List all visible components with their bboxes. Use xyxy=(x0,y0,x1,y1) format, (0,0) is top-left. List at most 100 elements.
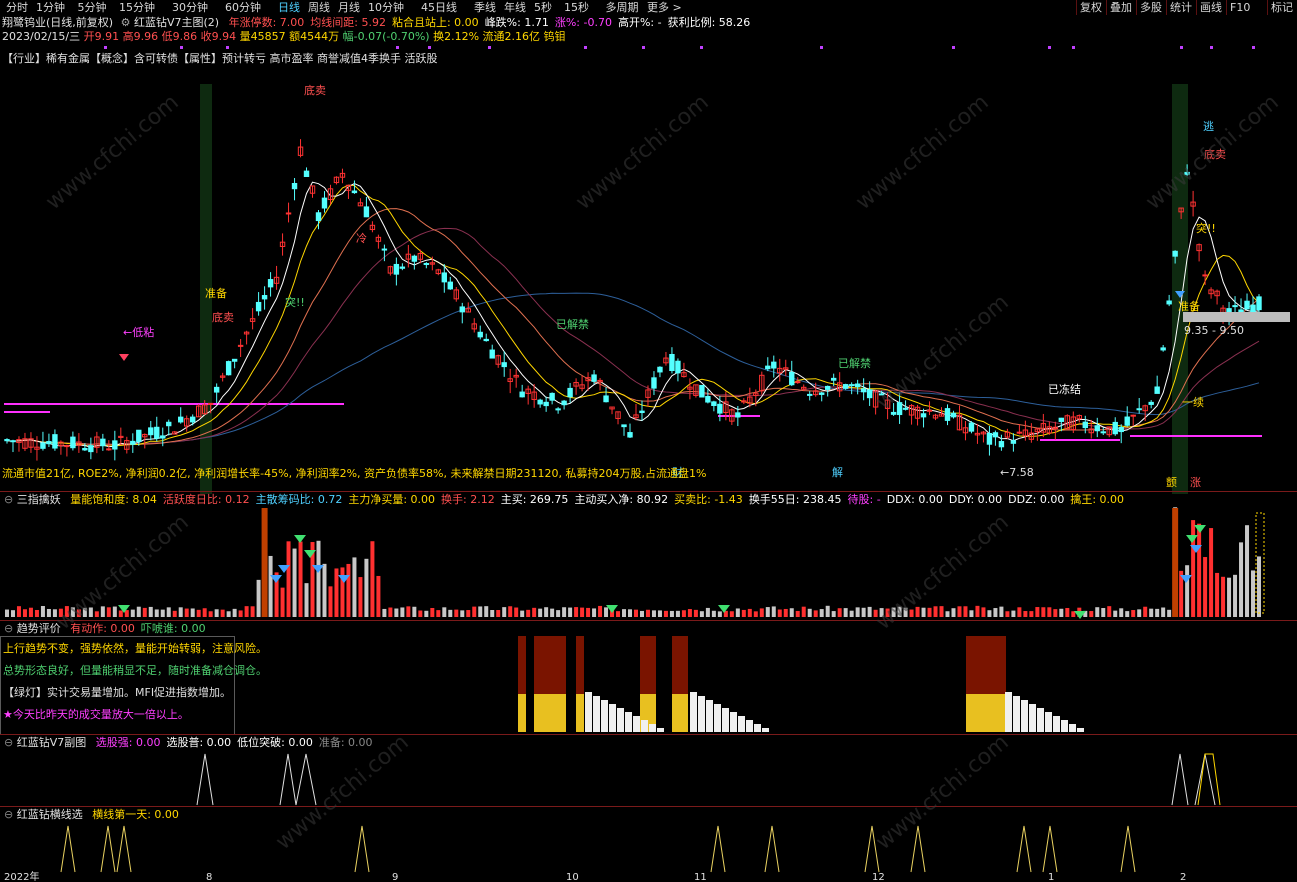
volume-bar xyxy=(418,610,423,617)
volume-bar xyxy=(226,611,231,617)
trend-decay-bar xyxy=(738,716,745,732)
volume-bar xyxy=(687,609,692,617)
period-tab[interactable]: 日线 xyxy=(278,0,300,15)
trend-decay-bar xyxy=(762,728,769,732)
x-axis-label: 2022年 xyxy=(4,870,39,882)
indicator-name[interactable]: 红蓝钻V7主图(2) xyxy=(134,16,219,29)
period-tab[interactable]: 1分钟 xyxy=(36,0,65,15)
quote-concept: 钨钼 xyxy=(543,30,566,43)
signal-dot xyxy=(1252,46,1255,49)
period-tab[interactable]: 30分钟 xyxy=(172,0,208,15)
volume-bar xyxy=(1149,608,1154,617)
period-tab[interactable]: 年线 xyxy=(504,0,526,15)
period-tab[interactable]: 10分钟 xyxy=(368,0,404,15)
highlight-band xyxy=(1172,84,1188,494)
volume-bar xyxy=(987,610,992,617)
signal-label: 逃 xyxy=(1203,120,1214,133)
volume-bar xyxy=(112,606,117,617)
signal-dot xyxy=(396,46,399,49)
volume-bar xyxy=(693,609,698,617)
period-tab[interactable]: 15秒 xyxy=(564,0,589,15)
volume-bar xyxy=(705,607,710,617)
trend-decay-bar xyxy=(625,712,632,732)
volume-bar xyxy=(879,608,884,617)
toolbar-button[interactable]: 标记 xyxy=(1267,0,1297,15)
candle-body xyxy=(136,429,142,443)
candle-body xyxy=(130,440,136,445)
volume-bar xyxy=(622,609,627,617)
volume-bar xyxy=(1035,607,1040,617)
toolbar-button[interactable]: F10 xyxy=(1226,0,1268,15)
period-tab[interactable]: 45日线 xyxy=(421,0,457,15)
volume-bar xyxy=(891,607,896,617)
candle-body xyxy=(944,408,951,421)
signal-dot xyxy=(642,46,645,49)
candle-body xyxy=(669,353,675,372)
volume-bar xyxy=(753,611,758,617)
volume-bar xyxy=(136,606,141,617)
period-toolbar: 分时 1分钟 5分钟 15分钟 30分钟 60分钟 日线 周线 月线 10分钟 45日线 季线 年线 5秒… xyxy=(0,0,1297,15)
v7-sub-chart[interactable] xyxy=(0,748,1297,806)
candle-body xyxy=(393,263,400,275)
period-tab[interactable]: 更多 > xyxy=(647,0,682,15)
toolbar-button[interactable]: 复权 xyxy=(1076,0,1107,15)
toolbar-button[interactable]: 统计 xyxy=(1166,0,1197,15)
candle-body xyxy=(735,412,741,418)
volume-bar xyxy=(1209,528,1214,617)
period-tab[interactable]: 60分钟 xyxy=(225,0,261,15)
diamond-icon xyxy=(1194,525,1206,533)
signal-dot xyxy=(226,46,229,49)
candle-body xyxy=(651,377,657,389)
gear-icon[interactable]: ⚙ xyxy=(121,16,131,29)
signal-peak xyxy=(1120,825,1136,873)
indicator-value: 年涨停数: 7.00 xyxy=(228,16,305,29)
signal-label: 一续 xyxy=(1182,395,1204,409)
price-range-box xyxy=(1183,312,1290,322)
main-kline-chart[interactable]: 准备底卖←低粘突!!底卖冷已解禁已解禁已冻结←7.58财 解逃底卖突!!准备9.3… xyxy=(0,44,1297,496)
volume-bar xyxy=(669,610,674,617)
candle-body xyxy=(1202,274,1208,277)
volume-bar xyxy=(741,609,746,617)
candle-body xyxy=(291,182,298,190)
bottom-info: 流通市值21亿, ROE2%, 净利润0.2亿, 净利润增长率-45%, 净利润… xyxy=(2,467,707,480)
candle-body xyxy=(1082,421,1088,429)
signal-peak xyxy=(1194,753,1216,806)
panel4-title[interactable]: 红蓝钻横线选 xyxy=(17,808,83,821)
candle-body xyxy=(639,410,645,414)
volume-bar xyxy=(1095,607,1100,617)
candle-body xyxy=(1184,171,1190,175)
volume-bar xyxy=(795,610,800,617)
period-tab[interactable]: 月线 xyxy=(338,0,360,15)
period-tab[interactable]: 15分钟 xyxy=(119,0,155,15)
x-axis-label: 10 xyxy=(566,872,579,882)
volume-bar xyxy=(568,607,573,617)
stock-title[interactable]: 翔鹭钨业(日线,前复权) xyxy=(2,16,113,29)
toolbar-button[interactable]: 多股 xyxy=(1136,0,1167,15)
period-tab[interactable]: 周线 xyxy=(308,0,330,15)
period-tab[interactable]: 5分钟 xyxy=(78,0,107,15)
toolbar-button[interactable]: 画线 xyxy=(1196,0,1227,15)
volume-bar xyxy=(100,606,105,617)
period-tab[interactable]: 季线 xyxy=(474,0,496,15)
volume-bar xyxy=(1227,577,1232,617)
signal-label: 准备 xyxy=(205,286,227,300)
trend-decay-bar xyxy=(698,696,705,732)
volume-bar xyxy=(1215,572,1220,617)
volume-bar xyxy=(963,606,968,617)
volume-bar xyxy=(681,610,686,617)
period-tab[interactable]: 5秒 xyxy=(534,0,552,15)
collapse-icon[interactable]: ⊖ xyxy=(4,808,13,821)
period-tab[interactable]: 分时 xyxy=(6,0,28,15)
volume-indicator-chart[interactable] xyxy=(0,505,1297,620)
horizontal-line-chart[interactable]: 2022年 8 9 10 11 12 1 2 xyxy=(0,822,1297,882)
volume-bar xyxy=(598,605,603,617)
candle-body xyxy=(986,432,993,445)
x-axis-label: 11 xyxy=(694,872,707,882)
candle-body xyxy=(411,255,418,262)
volume-bar xyxy=(657,610,662,617)
signal-peak xyxy=(710,825,726,873)
trend-decay-bar xyxy=(593,696,600,732)
toolbar-button[interactable]: 叠加 xyxy=(1106,0,1137,15)
period-tab[interactable]: 多周期 xyxy=(606,0,639,15)
trend-decay-bar xyxy=(1061,720,1068,732)
